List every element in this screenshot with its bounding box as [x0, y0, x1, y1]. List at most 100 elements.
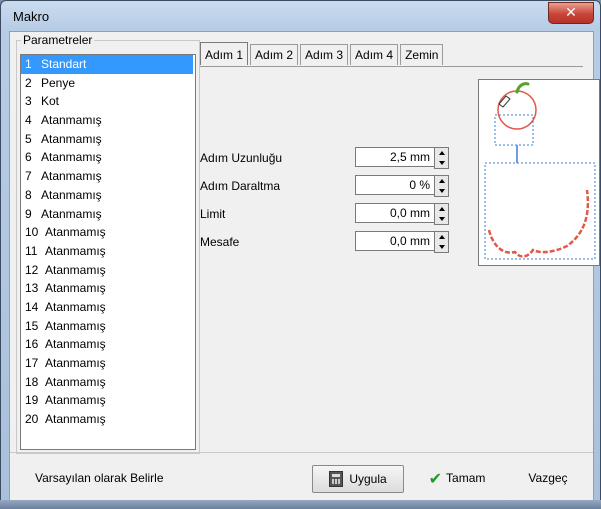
- parameter-list-item[interactable]: 15 Atanmamış: [21, 317, 195, 336]
- parameter-label: Atanmamış: [41, 113, 102, 128]
- parameters-list[interactable]: 1 Standart 2 Penye 3 Kot 4 Atanmamış 5 Atanmamış 6…: [20, 54, 196, 450]
- cancel-label: Vazgeç: [528, 471, 568, 485]
- distance-input[interactable]: 0,0 mm: [355, 231, 435, 251]
- window-title: Makro: [13, 9, 50, 24]
- parameter-label: Atanmamış: [41, 169, 102, 184]
- dialog-body: Parametreler 1 Standart 2 Penye 3 Kot 4 Atanmam…: [9, 31, 600, 503]
- tab-step-1[interactable]: Adım 1: [200, 42, 249, 65]
- tab-step-4[interactable]: Adım 4: [350, 44, 399, 65]
- parameter-list-item[interactable]: 12 Atanmamış: [21, 261, 195, 280]
- distance-spinner: 0,0 mm: [355, 231, 450, 253]
- parameter-number: 20: [25, 412, 39, 427]
- parameter-list-item[interactable]: 17 Atanmamış: [21, 354, 195, 373]
- parameter-list-item[interactable]: 18 Atanmamış: [21, 373, 195, 392]
- parameter-list-item[interactable]: 6 Atanmamış: [21, 148, 195, 167]
- parameter-label: Atanmamış: [41, 187, 102, 202]
- parameter-number: 14: [25, 299, 39, 314]
- parameter-number: 13: [25, 281, 39, 296]
- parameters-legend: Parametreler: [21, 33, 95, 47]
- parameter-number: 15: [25, 318, 39, 333]
- limit-input[interactable]: 0,0 mm: [355, 203, 435, 223]
- step-narrow-spin-buttons: [434, 175, 449, 197]
- ok-button[interactable]: ✔ Tamam: [417, 465, 497, 491]
- spin-up-button[interactable]: [435, 176, 448, 186]
- step-length-spin-buttons: [434, 147, 449, 169]
- arrow-up-icon: [438, 207, 445, 211]
- makro-dialog: Makro ✕ Parametreler 1 Standart 2 Penye 3 Kot…: [0, 0, 601, 509]
- set-default-button[interactable]: Varsayılan olarak Belirle: [35, 465, 164, 491]
- parameter-list-item[interactable]: 10 Atanmamış: [21, 223, 195, 242]
- parameters-group: Parametreler 1 Standart 2 Penye 3 Kot 4 Atanmam…: [16, 33, 200, 454]
- parameter-label: Atanmamış: [45, 225, 106, 240]
- step-length-label: Adım Uzunluğu: [200, 151, 283, 165]
- parameter-label: Atanmamış: [45, 299, 106, 314]
- tab-strip: Adım 1 Adım 2 Adım 3 Adım 4 Zemin: [200, 42, 445, 66]
- limit-spin-buttons: [434, 203, 449, 225]
- parameter-number: 4: [25, 113, 32, 128]
- arrow-down-icon: [438, 217, 445, 221]
- parameter-label: Atanmamış: [45, 356, 106, 370]
- parameter-list-item[interactable]: 20 Atanmamış: [21, 410, 195, 429]
- step-length-input[interactable]: 2,5 mm: [355, 147, 435, 167]
- parameter-label: Atanmamış: [41, 150, 102, 165]
- tab-step-3[interactable]: Adım 3: [300, 44, 349, 65]
- spin-up-button[interactable]: [435, 232, 448, 242]
- parameter-label: Atanmamış: [45, 243, 106, 258]
- apply-button[interactable]: Uygula: [312, 465, 404, 493]
- parameter-number: 16: [25, 337, 39, 352]
- parameter-list-item[interactable]: 4 Atanmamış: [21, 111, 195, 130]
- parameter-list-item[interactable]: 19 Atanmamış: [21, 391, 195, 410]
- tab-step-2[interactable]: Adım 2: [250, 44, 299, 65]
- spin-down-button[interactable]: [435, 186, 448, 196]
- spin-down-button[interactable]: [435, 214, 448, 224]
- background-strip: [0, 500, 601, 509]
- distance-spin-buttons: [434, 231, 449, 253]
- arrow-down-icon: [438, 245, 445, 249]
- spin-up-button[interactable]: [435, 204, 448, 214]
- parameter-label: Atanmamış: [45, 374, 106, 389]
- tab-ground[interactable]: Zemin: [400, 44, 444, 65]
- calculator-icon: [329, 471, 344, 487]
- parameter-number: 10: [25, 225, 39, 240]
- spin-up-button[interactable]: [435, 148, 448, 158]
- button-bar: Varsayılan olarak Belirle Uygula ✔ Tamam…: [10, 452, 593, 503]
- checkmark-icon: ✔: [428, 468, 443, 488]
- set-default-label: Varsayılan olarak Belirle: [35, 471, 164, 485]
- parameter-label: Atanmamış: [45, 393, 106, 408]
- parameter-list-item[interactable]: 16 Atanmamış: [21, 335, 195, 354]
- parameter-list-item[interactable]: 5 Atanmamış: [21, 130, 195, 149]
- parameter-label: Atanmamış: [45, 318, 106, 333]
- parameter-number: 6: [25, 150, 32, 165]
- step-narrow-label: Adım Daraltma: [200, 179, 281, 193]
- parameter-list-item[interactable]: 1 Standart: [21, 55, 193, 74]
- parameter-number: 18: [25, 374, 39, 389]
- parameter-list-item[interactable]: 2 Penye: [21, 74, 195, 93]
- spin-down-button[interactable]: [435, 242, 448, 252]
- parameter-list-item[interactable]: 11 Atanmamış: [21, 242, 195, 261]
- parameter-list-item[interactable]: 7 Atanmamış: [21, 167, 195, 186]
- parameter-number: 9: [25, 206, 32, 221]
- parameter-list-item[interactable]: 9 Atanmamış: [21, 205, 195, 224]
- cancel-button[interactable]: Vazgeç: [518, 465, 578, 491]
- spin-down-button[interactable]: [435, 158, 448, 168]
- parameter-list-item[interactable]: 14 Atanmamış: [21, 298, 195, 317]
- step-narrow-input[interactable]: 0 %: [355, 175, 435, 195]
- distance-label: Mesafe: [200, 235, 240, 249]
- parameter-number: 2: [25, 75, 32, 90]
- limit-spinner: 0,0 mm: [355, 203, 450, 225]
- arrow-down-icon: [438, 189, 445, 193]
- parameter-label: Penye: [41, 75, 76, 90]
- parameter-list-item[interactable]: 8 Atanmamış: [21, 186, 195, 205]
- arrow-up-icon: [438, 235, 445, 239]
- parameter-label: Atanmamış: [45, 281, 106, 296]
- parameter-number: 7: [25, 169, 32, 184]
- parameter-list-item[interactable]: 13 Atanmamış: [21, 279, 195, 298]
- title-bar[interactable]: Makro ✕: [1, 1, 600, 31]
- close-button[interactable]: ✕: [548, 2, 594, 24]
- apple-stitch-preview-image: [484, 82, 596, 260]
- arrow-down-icon: [438, 161, 445, 165]
- parameter-number: 1: [25, 57, 32, 71]
- parameter-label: Standart: [41, 57, 87, 71]
- parameter-list-item[interactable]: 3 Kot: [21, 92, 195, 111]
- step-length-spinner: 2,5 mm: [355, 147, 450, 169]
